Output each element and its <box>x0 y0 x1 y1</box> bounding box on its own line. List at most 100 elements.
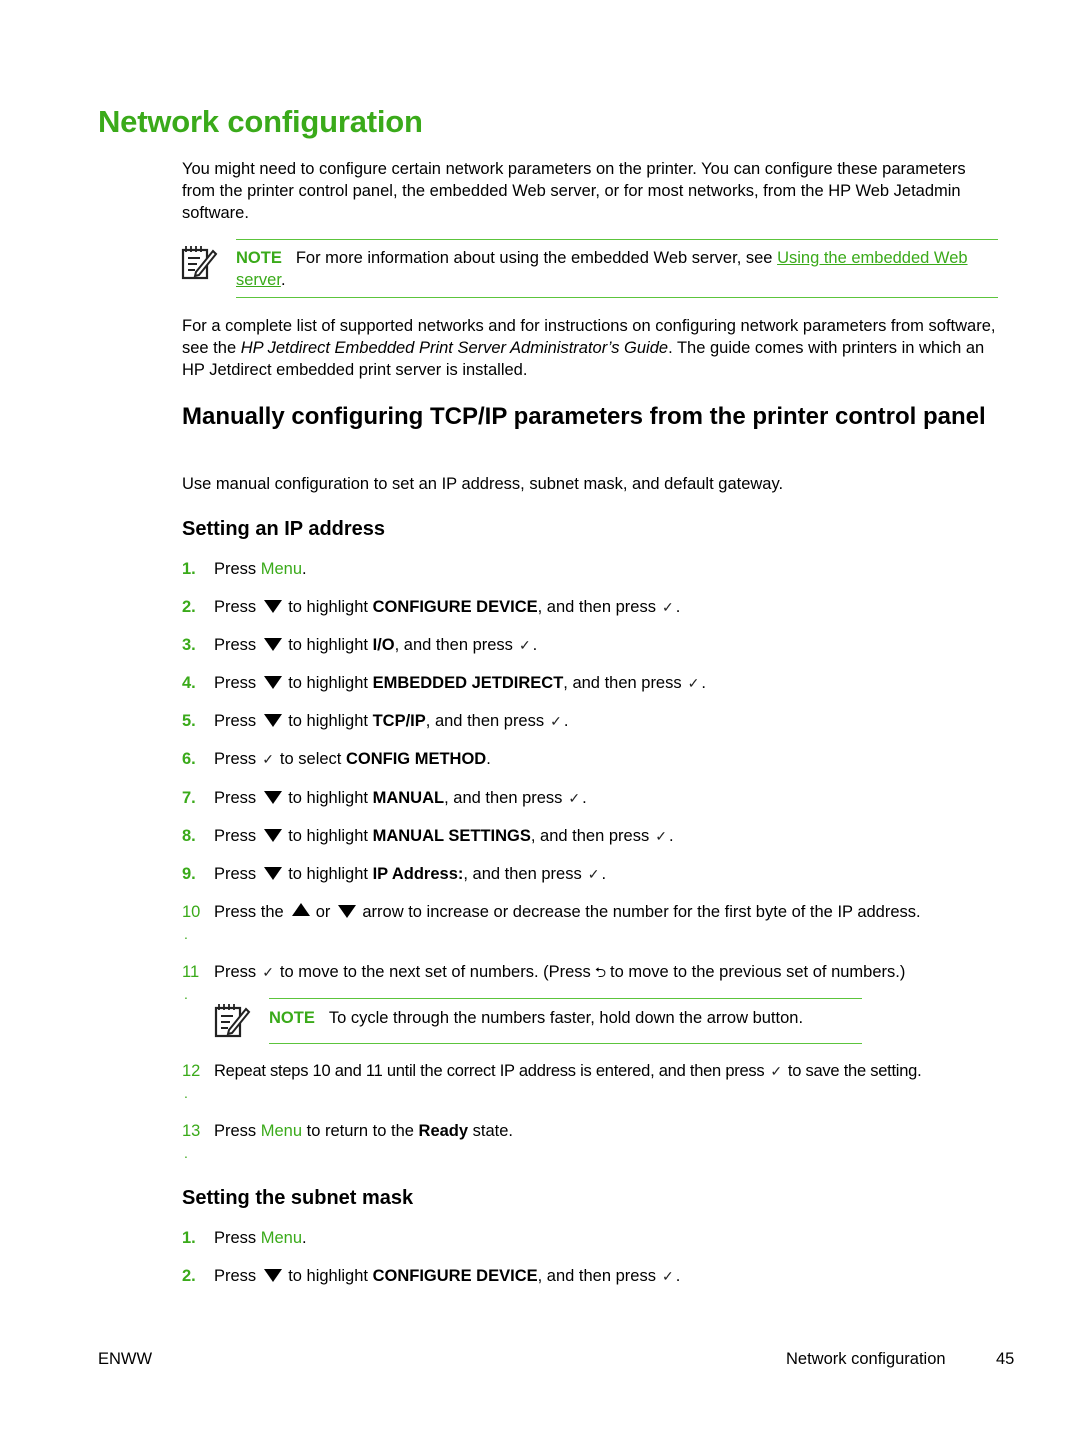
step-text: to move to the previous set of numbers.) <box>610 963 906 981</box>
step-text: Press <box>214 750 257 768</box>
down-arrow-icon <box>264 867 283 880</box>
step-text-end: . <box>563 712 569 730</box>
page-number: 45 <box>996 1350 1015 1368</box>
menu-button-label: Menu <box>260 560 303 578</box>
step-text: to move to the next set of numbers. (Pre… <box>279 963 591 981</box>
step-text: , and then press <box>530 827 650 845</box>
step-text: to highlight <box>288 789 373 807</box>
note-body: For more information about using the emb… <box>295 249 778 267</box>
step-text: or <box>315 903 331 921</box>
step-text: Press the <box>214 903 284 921</box>
step-number: 1. <box>182 1229 196 1247</box>
checkmark-icon: ✓ <box>655 828 667 844</box>
menu-item-name: CONFIGURE DEVICE <box>372 598 538 616</box>
note-text: NOTE To cycle through the numbers faster,… <box>269 1007 803 1029</box>
step-text: to save the setting. <box>787 1062 922 1080</box>
back-arrow-icon: ⮌ <box>594 964 607 980</box>
step-number-dot: . <box>184 1085 188 1101</box>
section-intro: Use manual configuration to set an IP ad… <box>182 475 784 493</box>
section-heading: Manually configuring TCP/IP parameters f… <box>182 403 986 430</box>
step-number: 12 <box>182 1062 201 1080</box>
page-title: Network configuration <box>98 104 423 139</box>
step-text: to highlight <box>288 865 373 883</box>
step-number-dot: . <box>184 986 188 1002</box>
step-text: to highlight <box>288 636 373 654</box>
step-number: 2. <box>182 598 196 616</box>
step-text-end: . <box>532 636 538 654</box>
intro-paragraph: You might need to configure certain netw… <box>182 160 966 222</box>
step-text-end: . <box>302 1229 307 1247</box>
step-number: 10 <box>182 903 201 921</box>
menu-item-name: MANUAL SETTINGS <box>372 827 531 845</box>
down-arrow-icon <box>264 829 283 842</box>
step-number: 13 <box>182 1122 201 1140</box>
menu-item-name: CONFIG METHOD <box>345 750 487 768</box>
menu-item-name: MANUAL <box>372 789 445 807</box>
menu-item-name: TCP/IP <box>372 712 426 730</box>
step-text: to highlight <box>288 827 373 845</box>
down-arrow-icon <box>264 714 283 727</box>
down-arrow-icon <box>338 905 357 918</box>
checkmark-icon: ✓ <box>262 751 274 767</box>
step-text: Press <box>214 636 257 654</box>
step-text: , and then press <box>394 636 513 654</box>
note-icon <box>213 1001 251 1039</box>
menu-item-name: EMBEDDED JETDIRECT <box>372 674 564 692</box>
note-text: NOTE For more information about using the… <box>236 247 1006 291</box>
step-text-end: . <box>668 827 674 845</box>
checkmark-icon: ✓ <box>518 637 531 653</box>
down-arrow-icon <box>264 676 283 689</box>
step-number: 7. <box>182 789 196 807</box>
down-arrow-icon <box>264 1269 283 1282</box>
up-arrow-icon <box>291 903 310 916</box>
step-text-end: . <box>582 789 587 807</box>
menu-item-name: IP Address: <box>372 865 464 883</box>
step-text: Press <box>214 712 257 730</box>
step-text: Press <box>214 560 261 578</box>
step-text: , and then press <box>425 712 545 730</box>
menu-button-label: Menu <box>260 1122 303 1140</box>
ip-section-heading: Setting an IP address <box>182 518 386 540</box>
step-text: Press <box>214 674 257 692</box>
step-number-dot: . <box>184 1145 188 1161</box>
step-text: Press <box>214 598 257 616</box>
step-text: Press <box>214 789 257 807</box>
step-text: , and then press <box>537 1267 656 1285</box>
step-text: to highlight <box>288 674 373 692</box>
step-text: Press <box>214 827 257 845</box>
step-text-end: . <box>601 865 607 883</box>
step-text: , and then press <box>463 865 582 883</box>
step-text: to return to the <box>302 1122 419 1140</box>
step-text: , and then press <box>537 598 656 616</box>
step-text-end: state. <box>468 1122 514 1140</box>
note-body: To cycle through the numbers faster, hol… <box>328 1009 804 1027</box>
step-number: 8. <box>182 827 196 845</box>
note-period: . <box>280 271 286 289</box>
down-arrow-icon <box>264 638 283 651</box>
note-label: NOTE <box>269 1009 315 1027</box>
step-number: 5. <box>182 712 196 730</box>
step-text: Press <box>214 1267 257 1285</box>
step-number: 4. <box>182 674 196 692</box>
menu-item-name: I/O <box>372 636 395 654</box>
checkmark-icon: ✓ <box>687 675 700 691</box>
step-text: to highlight <box>288 598 373 616</box>
down-arrow-icon <box>264 791 283 804</box>
supported-networks-paragraph: For a complete list of supported network… <box>182 315 1002 381</box>
step-number: 1. <box>182 560 196 578</box>
step-text: Press <box>214 865 257 883</box>
step-text: arrow to increase or decrease the number… <box>362 903 921 921</box>
checkmark-icon: ✓ <box>770 1063 782 1079</box>
subnet-section-heading: Setting the subnet mask <box>182 1187 414 1209</box>
down-arrow-icon <box>264 600 283 613</box>
step-text-end: . <box>486 750 491 768</box>
step-number: 11 <box>182 963 200 981</box>
step-text-end: . <box>675 598 681 616</box>
footer-section-title: Network configuration <box>786 1350 946 1368</box>
note-bottom-divider <box>269 1043 862 1044</box>
step-text: Repeat steps 10 and 11 until the correct… <box>214 1062 765 1080</box>
footer-left-label: ENWW <box>98 1350 153 1368</box>
step-text: to select <box>279 750 346 768</box>
step-number: 9. <box>182 865 196 883</box>
step-text: to highlight <box>288 1267 373 1285</box>
